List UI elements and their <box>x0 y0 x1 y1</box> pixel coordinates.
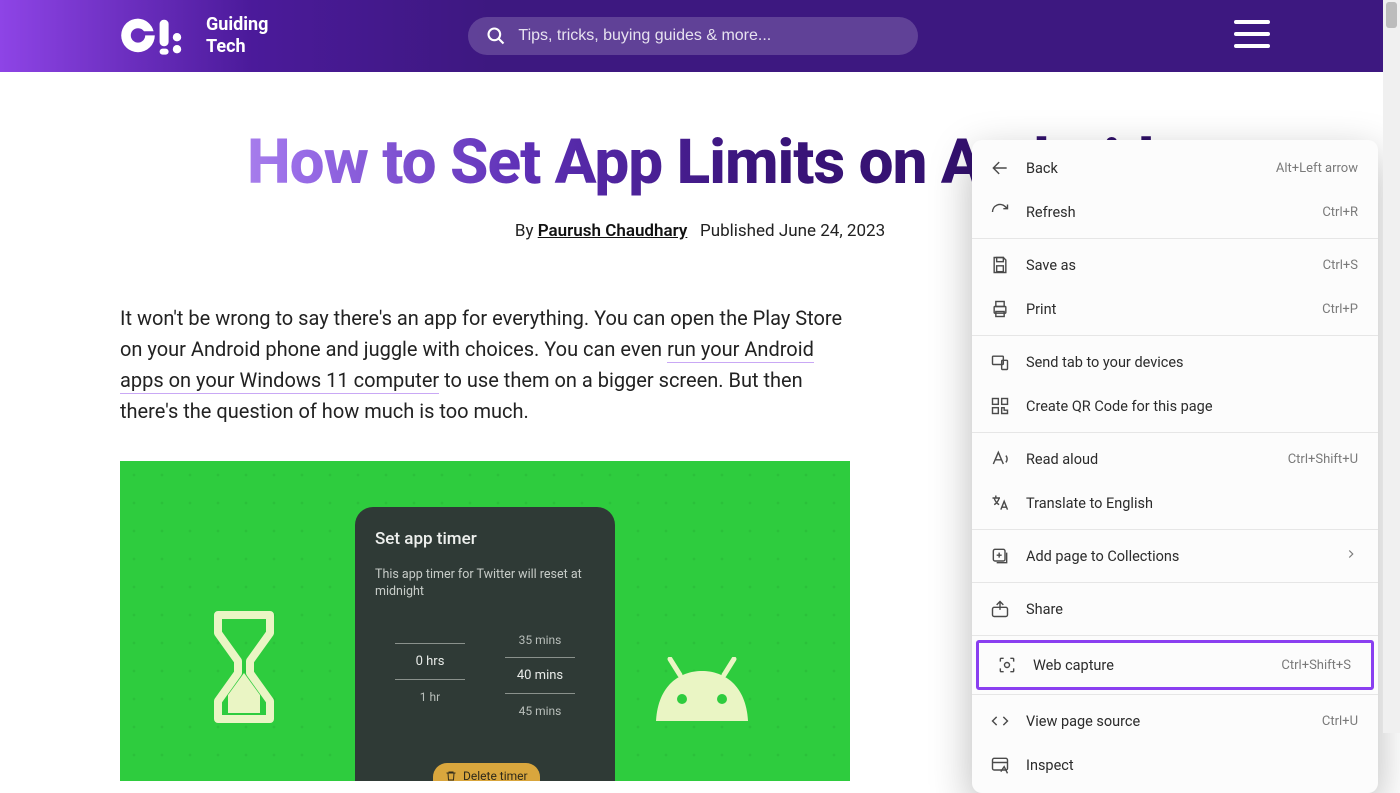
ctx-shortcut: Ctrl+S <box>1323 258 1358 273</box>
publish-date: Published June 24, 2023 <box>700 221 885 241</box>
inspect-icon <box>990 755 1010 775</box>
ctx-label: Web capture <box>1033 657 1281 674</box>
featured-image: Set app timer This app timer for Twitter… <box>120 461 850 781</box>
hourglass-icon <box>212 609 276 725</box>
ctx-label: View page source <box>1026 713 1322 730</box>
sendtab-icon <box>990 352 1010 372</box>
ctx-print[interactable]: PrintCtrl+P <box>972 287 1378 331</box>
search-bar[interactable] <box>468 17 918 55</box>
ctx-translate[interactable]: Translate to English <box>972 481 1378 525</box>
search-input[interactable] <box>518 27 900 45</box>
ctx-label: Read aloud <box>1026 451 1288 468</box>
ctx-label: Share <box>1026 601 1358 618</box>
collections-icon <box>990 546 1010 566</box>
ctx-shortcut: Ctrl+U <box>1322 714 1358 729</box>
vertical-scrollbar[interactable] <box>1383 0 1400 733</box>
author-link[interactable]: Paurush Chaudhary <box>538 221 688 241</box>
ctx-label: Print <box>1026 301 1322 318</box>
ctx-qr[interactable]: Create QR Code for this page <box>972 384 1378 428</box>
ctx-back[interactable]: BackAlt+Left arrow <box>972 146 1378 190</box>
chevron-right-icon <box>1344 547 1358 565</box>
app-timer-card: Set app timer This app timer for Twitter… <box>355 507 615 781</box>
brand[interactable]: Guiding Tech <box>120 14 268 57</box>
android-icon <box>650 657 754 721</box>
ctx-read[interactable]: Read aloudCtrl+Shift+U <box>972 437 1378 481</box>
ctx-viewsource[interactable]: View page sourceCtrl+U <box>972 699 1378 743</box>
translate-icon <box>990 493 1010 513</box>
saveas-icon <box>990 255 1010 275</box>
ctx-label: Send tab to your devices <box>1026 354 1358 371</box>
read-icon <box>990 449 1010 469</box>
ctx-sendtab[interactable]: Send tab to your devices <box>972 340 1378 384</box>
qr-icon <box>990 396 1010 416</box>
search-icon <box>486 26 506 46</box>
ctx-refresh[interactable]: RefreshCtrl+R <box>972 190 1378 234</box>
ctx-shortcut: Ctrl+R <box>1322 205 1358 220</box>
refresh-icon <box>990 202 1010 222</box>
ctx-label: Inspect <box>1026 757 1358 774</box>
ctx-shortcut: Ctrl+P <box>1322 302 1358 317</box>
ctx-collections[interactable]: Add page to Collections <box>972 534 1378 578</box>
ctx-inspect[interactable]: Inspect <box>972 743 1378 787</box>
viewsource-icon <box>990 711 1010 731</box>
ctx-shortcut: Alt+Left arrow <box>1276 161 1358 176</box>
back-icon <box>990 158 1010 178</box>
site-header: Guiding Tech <box>0 0 1400 72</box>
webcapture-icon <box>997 655 1017 675</box>
ctx-label: Add page to Collections <box>1026 548 1344 565</box>
ctx-label: Translate to English <box>1026 495 1358 512</box>
article-paragraph: It won't be wrong to say there's an app … <box>120 303 850 427</box>
brand-logo-icon <box>120 15 192 57</box>
brand-name: Guiding Tech <box>206 14 268 57</box>
delete-timer-button: Delete timer <box>433 763 540 781</box>
ctx-share[interactable]: Share <box>972 587 1378 631</box>
print-icon <box>990 299 1010 319</box>
ctx-label: Create QR Code for this page <box>1026 398 1358 415</box>
ctx-saveas[interactable]: Save asCtrl+S <box>972 243 1378 287</box>
ctx-shortcut: Ctrl+Shift+U <box>1288 452 1358 467</box>
scrollbar-thumb[interactable] <box>1386 2 1397 28</box>
menu-button[interactable] <box>1234 20 1270 48</box>
ctx-label: Refresh <box>1026 204 1322 221</box>
ctx-label: Save as <box>1026 257 1323 274</box>
ctx-shortcut: Ctrl+Shift+S <box>1281 658 1351 673</box>
share-icon <box>990 599 1010 619</box>
ctx-label: Back <box>1026 160 1276 177</box>
context-menu: BackAlt+Left arrowRefreshCtrl+RSave asCt… <box>972 140 1378 793</box>
ctx-webcapture[interactable]: Web captureCtrl+Shift+S <box>976 640 1374 690</box>
